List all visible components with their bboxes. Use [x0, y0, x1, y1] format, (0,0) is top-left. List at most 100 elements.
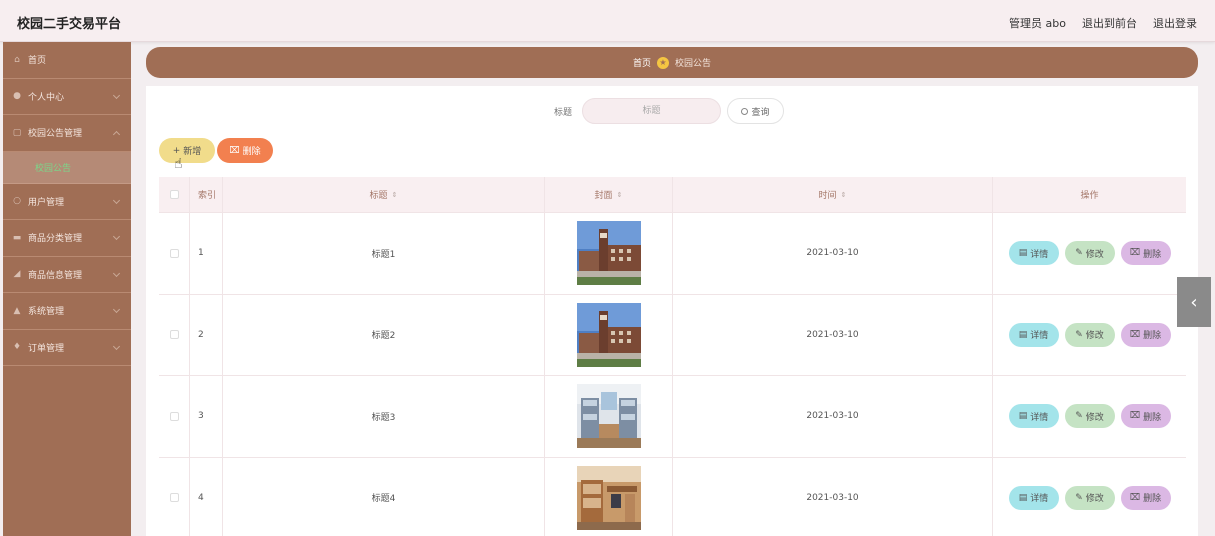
search-icon [741, 107, 749, 115]
sidebar-item-goods[interactable]: ◢ 商品信息管理 [3, 257, 131, 293]
row-delete-button[interactable]: ⌧ 删除 [1120, 322, 1171, 347]
row-delete-button[interactable]: ⌧ 删除 [1120, 485, 1171, 510]
sidebar-item-orders[interactable]: ♦ 订单管理 [3, 330, 131, 366]
detail-label: 详情 [1030, 331, 1049, 342]
row-delete-button[interactable]: ⌧ 删除 [1120, 404, 1171, 429]
row-checkbox-cell [159, 294, 190, 375]
sidebar-item-profile[interactable]: ● 个人中心 [3, 79, 131, 115]
search-button-label: 查询 [751, 107, 770, 118]
table-header: 索引 标题 ⇕ 封面 ⇕ 时间 ⇕ 操作 [159, 177, 1186, 213]
row-checkbox[interactable] [169, 330, 179, 340]
sidebar-item-label: 系统管理 [28, 307, 65, 318]
delete-label: 删除 [1143, 331, 1162, 342]
detail-label: 详情 [1030, 249, 1049, 260]
edit-label: 修改 [1085, 494, 1104, 505]
detail-label: 详情 [1030, 412, 1049, 423]
search-button[interactable]: 查询 [727, 98, 784, 124]
edit-button[interactable]: ✎ 修改 [1064, 322, 1115, 347]
chevron-left-icon: ‹ [1190, 291, 1198, 313]
row-cover [545, 294, 673, 375]
cover-image-dorm-desk [576, 465, 641, 530]
chevron-down-icon [112, 342, 121, 350]
collapse-handle[interactable]: ‹ [1177, 277, 1211, 327]
delete-label: 删除 [1143, 249, 1162, 260]
header-time[interactable]: 时间 ⇕ [673, 177, 993, 212]
cover-image-building [576, 221, 641, 286]
row-cover [545, 376, 673, 457]
sidebar-item-users[interactable]: ○ 用户管理 [3, 184, 131, 220]
chevron-down-icon [112, 305, 121, 314]
trash-icon: ⌧ [1129, 411, 1141, 422]
table-row: 4 标题4 2021-03-10 ▤ 详情 ✎ 修改 ⌧ 删除 [159, 457, 1186, 536]
chevron-down-icon [112, 91, 121, 99]
row-checkbox[interactable] [169, 493, 179, 503]
edit-button[interactable]: ✎ 修改 [1064, 241, 1115, 266]
header-cover[interactable]: 封面 ⇕ [545, 177, 673, 212]
edit-label: 修改 [1085, 249, 1104, 260]
row-cover [545, 213, 673, 294]
sidebar-item-label: 用户管理 [28, 197, 65, 208]
delete-label: 删除 [1143, 494, 1162, 505]
row-index: 4 [190, 457, 223, 536]
detail-button[interactable]: ▤ 详情 [1008, 404, 1059, 429]
sidebar-subitem-label: 校园公告 [35, 163, 72, 174]
row-time: 2021-03-10 [673, 294, 993, 375]
table-row: 2 标题2 2021-03-10 ▤ 详情 ✎ 修改 ⌧ 删除 [159, 294, 1186, 376]
breadcrumb-home[interactable]: 首页 [633, 56, 651, 69]
user-icon: ● [13, 91, 21, 102]
chevron-down-icon [112, 196, 121, 204]
header-index-label: 索引 [198, 191, 217, 201]
pencil-icon: ✎ [1075, 329, 1083, 340]
edit-button[interactable]: ✎ 修改 [1064, 485, 1115, 510]
sort-icon: ⇕ [391, 190, 398, 199]
sidebar-item-label: 个人中心 [28, 92, 65, 103]
delete-button[interactable]: ⌧ 删除 [217, 138, 273, 163]
chevron-up-icon [112, 130, 121, 139]
edit-button[interactable]: ✎ 修改 [1064, 404, 1115, 429]
sidebar-item-home[interactable]: ⌂ 首页 [3, 42, 131, 79]
sidebar-item-label: 校园公告管理 [28, 129, 83, 140]
top-header: 校园二手交易平台 管理员 abo 退出到前台 退出登录 [0, 0, 1215, 42]
users-icon: ○ [13, 196, 21, 207]
detail-button[interactable]: ▤ 详情 [1008, 322, 1059, 347]
doc-icon: ▤ [1018, 411, 1028, 422]
row-checkbox-cell [159, 213, 190, 294]
row-title: 标题1 [223, 213, 545, 294]
row-ops: ▤ 详情 ✎ 修改 ⌧ 删除 [993, 295, 1186, 376]
select-all-checkbox[interactable] [169, 190, 179, 199]
pencil-icon: ✎ [1075, 248, 1083, 259]
header-index: 索引 [190, 177, 223, 212]
header-title[interactable]: 标题 ⇕ [223, 177, 545, 212]
row-ops: ▤ 详情 ✎ 修改 ⌧ 删除 [993, 458, 1186, 536]
header-links: 管理员 abo 退出到前台 退出登录 [1009, 15, 1197, 31]
add-button[interactable]: + 新增 [159, 138, 215, 163]
sidebar-item-system[interactable]: ▲ 系统管理 [3, 293, 131, 330]
row-checkbox-cell [159, 376, 190, 457]
table-row: 1 标题1 2021-03-10 ▤ 详情 ✎ 修改 ⌧ 删除 [159, 213, 1186, 295]
trash-icon: ⌧ [1129, 248, 1141, 259]
header-cover-label: 封面 [594, 191, 613, 201]
breadcrumb: 首页 ★ 校园公告 [146, 47, 1198, 78]
row-title: 标题3 [223, 376, 545, 457]
row-delete-button[interactable]: ⌧ 删除 [1120, 241, 1171, 266]
pencil-icon: ✎ [1075, 411, 1083, 422]
sidebar: ⌂ 首页 ● 个人中心 ▢ 校园公告管理 校园公告 ○ 用户管理 ▬ 商品分类管… [3, 42, 131, 536]
sidebar-subitem-notice[interactable]: 校园公告 [3, 151, 131, 184]
row-checkbox[interactable] [169, 248, 179, 258]
star-icon: ★ [657, 56, 669, 69]
row-index: 3 [190, 376, 223, 457]
table-row: 3 标题3 2021-03-10 ▤ 详情 ✎ 修改 ⌧ 删除 [159, 376, 1186, 458]
detail-button[interactable]: ▤ 详情 [1008, 241, 1059, 266]
header-ops: 操作 [993, 177, 1186, 212]
row-title: 标题2 [223, 294, 545, 375]
breadcrumb-current: 校园公告 [675, 59, 712, 69]
logout-link[interactable]: 退出登录 [1153, 15, 1197, 31]
detail-button[interactable]: ▤ 详情 [1008, 485, 1059, 510]
sidebar-item-category[interactable]: ▬ 商品分类管理 [3, 220, 131, 257]
to-front-link[interactable]: 退出到前台 [1082, 15, 1137, 31]
doc-icon: ▤ [1018, 329, 1028, 340]
row-checkbox[interactable] [169, 411, 179, 421]
pointer-cursor-icon: ☝ [174, 156, 183, 172]
sidebar-item-notice[interactable]: ▢ 校园公告管理 [3, 115, 131, 152]
search-input[interactable] [582, 98, 721, 124]
